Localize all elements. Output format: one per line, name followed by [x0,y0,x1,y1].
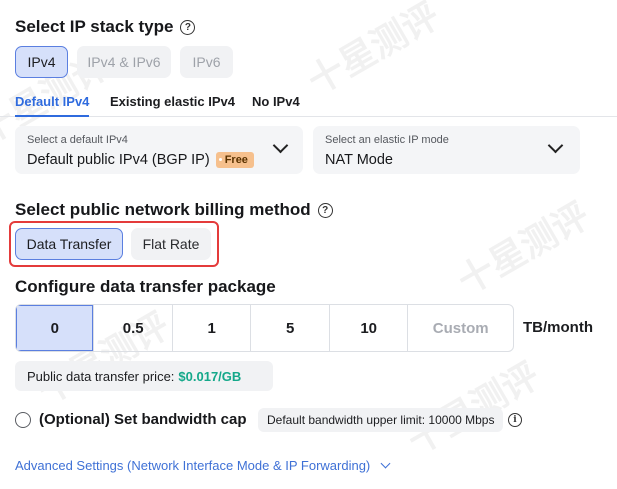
button-label: IPv4 [27,54,56,70]
button-label: IPv6 [192,54,221,70]
button-label: Flat Rate [142,236,200,252]
chevron-down-icon [272,137,289,154]
package-option-1[interactable]: 1 [171,305,250,351]
tab-default-ipv4[interactable]: Default IPv4 [15,94,90,117]
button-label: Data Transfer [26,236,112,252]
bandwidth-cap-label[interactable]: (Optional) Set bandwidth cap [39,411,247,428]
billing-data-transfer-button[interactable]: Data Transfer [15,228,123,260]
tab-no-ipv4[interactable]: No IPv4 [252,94,300,109]
bandwidth-limit-chip: Default bandwidth upper limit: 10000 Mbp… [258,408,504,432]
tab-existing-elastic-ipv4[interactable]: Existing elastic IPv4 [110,94,235,109]
package-option-10[interactable]: 10 [328,305,407,351]
bandwidth-cap-radio[interactable] [15,412,31,428]
advanced-settings-label: Advanced Settings (Network Interface Mod… [15,458,371,473]
elastic-ip-mode-label: Select an elastic IP mode [325,134,449,146]
watermark: 十星测评 [300,0,446,102]
default-ipv4-select[interactable]: Select a default IPv4 Default public IPv… [15,126,303,174]
watermark: 十星测评 [450,194,596,302]
price-chip: Public data transfer price: $0.017/GB [15,361,273,391]
billing-title: Select public network billing method [15,200,311,219]
package-heading: Configure data transfer package [15,277,276,297]
ip-stack-title: Select IP stack type [15,17,174,36]
info-icon[interactable]: i [508,413,522,427]
package-segmented-control: 0 0.5 1 5 10 Custom [15,304,514,352]
help-icon[interactable]: ? [180,19,196,35]
package-option-custom[interactable]: Custom [407,305,513,351]
default-ipv4-value: Default public IPv4 (BGP IP) Free [27,152,254,168]
price-value: $0.017/GB [178,368,242,384]
package-title: Configure data transfer package [15,277,276,296]
watermark: 十星测评 [397,347,548,464]
advanced-settings-link[interactable]: Advanced Settings (Network Interface Mod… [15,458,391,473]
package-option-0[interactable]: 0 [16,305,94,351]
default-ipv4-label: Select a default IPv4 [27,134,128,146]
ip-stack-heading: Select IP stack type ? [15,17,196,37]
chevron-down-icon [547,137,564,154]
package-unit: TB/month [523,319,593,336]
ip-stack-ipv6-button[interactable]: IPv6 [180,46,233,78]
free-badge: Free [215,152,254,168]
price-label: Public data transfer price: [27,368,175,384]
default-ipv4-value-text: Default public IPv4 (BGP IP) [27,152,210,168]
package-option-5[interactable]: 5 [250,305,328,351]
billing-heading: Select public network billing method ? [15,200,333,220]
help-icon[interactable]: ? [317,202,333,218]
elastic-ip-mode-value: NAT Mode [325,152,393,168]
ipv4-tabs: Default IPv4 Existing elastic IPv4 No IP… [0,93,617,117]
billing-flat-rate-button[interactable]: Flat Rate [131,228,211,260]
ip-stack-ipv4-button[interactable]: IPv4 [15,46,68,78]
bandwidth-limit-text: Default bandwidth upper limit: 10000 Mbp… [267,413,495,427]
ip-stack-ipv4-ipv6-button[interactable]: IPv4 & IPv6 [77,46,171,78]
chevron-down-icon [380,458,391,469]
elastic-ip-mode-select[interactable]: Select an elastic IP mode NAT Mode [313,126,580,174]
package-option-0-5[interactable]: 0.5 [93,305,171,351]
button-label: IPv4 & IPv6 [87,54,161,70]
